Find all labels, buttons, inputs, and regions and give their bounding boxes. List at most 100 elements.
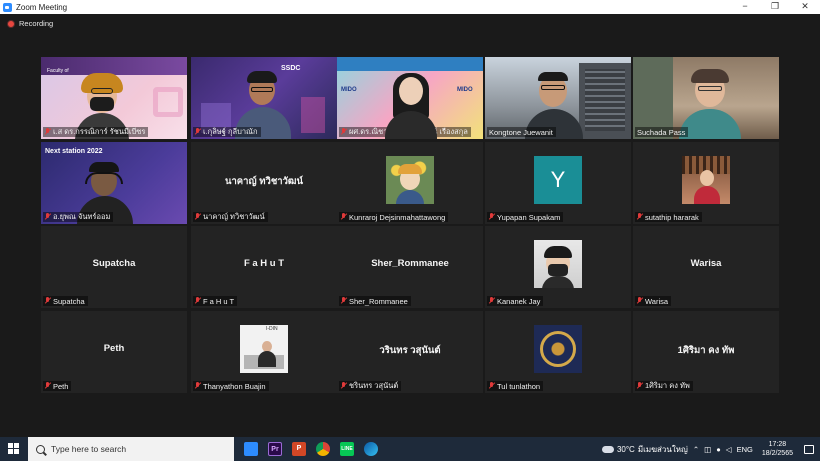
edge-taskbar-icon[interactable] (364, 442, 378, 456)
participant-namebar: sutathip hararak (635, 212, 702, 222)
participant-namebar: Warisa (635, 296, 672, 306)
weather-widget[interactable]: 30°C มีเมฆส่วนใหญ่ (601, 443, 688, 456)
participant-namebar: นาคาญ์ ทวิชาวัฒน์ (193, 212, 268, 222)
participant-name: นาคาญ์ ทวิชาวัฒน์ (203, 212, 265, 221)
minimize-button[interactable]: − (730, 0, 760, 14)
recording-dot-icon (7, 19, 15, 28)
chrome-taskbar-icon[interactable] (316, 442, 330, 456)
participant-hair (247, 71, 277, 83)
glasses (251, 87, 273, 92)
participant-tile[interactable]: Suchada Pass (633, 57, 779, 139)
chevron-up-icon[interactable]: ⌃ (693, 445, 699, 454)
language-indicator[interactable]: ENG (737, 445, 753, 454)
participant-name: F a H u T (203, 296, 235, 306)
participant-display-name: Supatcha (92, 258, 136, 269)
recording-label: Recording (19, 19, 54, 28)
participant-tile[interactable]: Y Yupapan Supakam (485, 142, 631, 224)
participant-display-name: F a H u T (243, 258, 285, 269)
slide-text: Next station 2022 (45, 148, 103, 155)
speaker-icon[interactable]: ◁ (726, 445, 732, 454)
photo-body (542, 276, 574, 288)
mic-muted-icon (45, 382, 51, 390)
participant-tile[interactable]: sutathip hararak (633, 142, 779, 224)
participant-display-name: Peth (103, 343, 125, 354)
participant-tile[interactable]: Kananek Jay (485, 226, 631, 308)
microphone-icon[interactable]: ● (716, 445, 721, 454)
participant-namebar: Suchada Pass (635, 127, 689, 137)
powerpoint-taskbar-icon[interactable]: P (292, 442, 306, 456)
photo-body (258, 351, 276, 367)
mic-muted-icon (341, 382, 347, 390)
glasses (91, 88, 113, 94)
participant-name: Warisa (645, 296, 669, 306)
participant-namebar: F a H u T (193, 296, 238, 306)
participant-tile[interactable]: MIDO MIDO ผศ.ดร.ณิชาตา ดร.อนรรัตน์ เรือง… (337, 57, 483, 139)
participant-name: Suchada Pass (637, 127, 686, 137)
mic-muted-icon (341, 213, 347, 221)
slide-text: MIDO (341, 87, 357, 93)
participant-namebar: เ.กุลิษฐ์ กุลีบาณัก (193, 127, 261, 137)
participant-tile[interactable]: 1ศิริมา คง ทัพ 1ศิริมา คง ทัพ (633, 311, 779, 393)
participant-tile[interactable]: Peth Peth (41, 311, 187, 393)
line-taskbar-icon[interactable]: LINE (340, 442, 354, 456)
participant-tile[interactable]: Faculty of เ.ส ดร.กรรณิการ์ รัชนมีเบีซร (41, 57, 187, 139)
profile-photo (534, 325, 582, 373)
participant-tile[interactable]: Kongtone Juewanit (485, 57, 631, 139)
participant-namebar: 1ศิริมา คง ทัพ (635, 381, 693, 391)
recording-indicator[interactable]: Recording (7, 19, 53, 28)
window-title: Zoom Meeting (16, 2, 68, 12)
taskbar-apps: Pr P LINE (244, 442, 378, 456)
maximize-button[interactable]: ❐ (760, 0, 790, 14)
participant-name: Kananek Jay (497, 296, 541, 306)
participant-tile[interactable]: Warisa Warisa (633, 226, 779, 308)
participant-tile[interactable]: SSDC เ.กุลิษฐ์ กุลีบาณัก (191, 57, 337, 139)
mic-muted-icon (637, 297, 643, 305)
participant-namebar: Yupapan Supakam (487, 212, 564, 222)
face-mask (548, 264, 568, 276)
participant-tile[interactable]: นาคาญ์ ทวิชาวัฒน์ นาคาญ์ ทวิชาวัฒน์ (191, 142, 337, 224)
profile-photo: I-DIN (240, 325, 288, 373)
search-icon (36, 444, 45, 454)
network-icon[interactable]: ◫ (704, 445, 711, 454)
close-button[interactable]: ✕ (790, 0, 820, 14)
search-placeholder: Type here to search (51, 444, 127, 454)
premiere-taskbar-icon[interactable]: Pr (268, 442, 282, 456)
participant-tile[interactable]: Supatcha Supatcha (41, 226, 187, 308)
glasses (698, 86, 722, 91)
participant-name: ชรินทร วสุนันต์ (349, 381, 399, 390)
mic-muted-icon (195, 297, 201, 305)
participant-tile[interactable]: Sher_Rommanee Sher_Rommanee (337, 226, 483, 308)
participant-namebar: อ.ยุพณ จันทร์ออม (43, 212, 114, 222)
participant-tile[interactable]: Tul tunlathon (485, 311, 631, 393)
notification-icon[interactable] (804, 444, 814, 454)
system-tray: 30°C มีเมฆส่วนใหญ่ ⌃ ◫ ● ◁ ENG 17:28 18/… (601, 437, 820, 461)
profile-photo (534, 240, 582, 288)
participant-tile[interactable]: วรินทร วสุนันต์ ชรินทร วสุนันต์ (337, 311, 483, 393)
participant-namebar: Sher_Rommanee (339, 296, 411, 306)
zoom-taskbar-icon[interactable] (244, 442, 258, 456)
mic-muted-icon (489, 213, 495, 221)
participant-name: Supatcha (53, 296, 85, 306)
windows-logo-icon (14, 449, 19, 454)
photo-text: I-DIN (266, 326, 278, 332)
mic-muted-icon (195, 128, 201, 136)
taskbar-search[interactable]: Type here to search (28, 437, 234, 461)
photo-face (700, 170, 714, 186)
participant-name: 1ศิริมา คง ทัพ (645, 381, 690, 390)
participant-tile[interactable]: Kunraroj Dejsinmahattawong (337, 142, 483, 224)
start-button[interactable] (0, 437, 28, 461)
participant-tile[interactable]: F a H u T F a H u T (191, 226, 337, 308)
clock-date: 18/2/2565 (761, 450, 793, 457)
slide-text: Faculty of (47, 68, 69, 74)
participant-name: Sher_Rommanee (349, 296, 408, 306)
mic-muted-icon (637, 382, 643, 390)
photo-hair (544, 246, 572, 258)
windows-logo-icon (14, 443, 19, 448)
weather-text: มีเมฆส่วนใหญ่ (637, 444, 688, 454)
windows-logo-icon (8, 449, 13, 454)
taskbar-clock[interactable]: 17:28 18/2/2565 (762, 440, 793, 458)
temperature: 30°C (616, 444, 635, 454)
participant-face (399, 77, 423, 105)
participant-tile[interactable]: I-DIN Thanyathon Buajin (191, 311, 337, 393)
participant-tile[interactable]: Next station 2022 อ.ยุพณ จันทร์ออม (41, 142, 187, 224)
